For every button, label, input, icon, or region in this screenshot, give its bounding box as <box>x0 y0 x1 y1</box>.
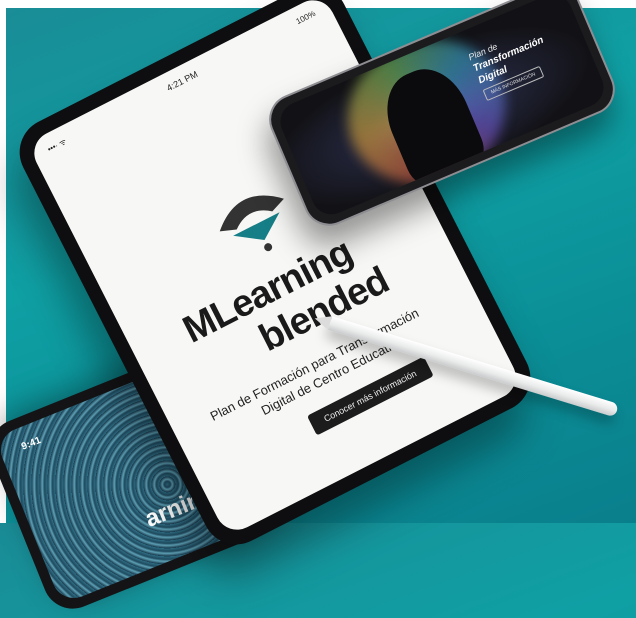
more-info-button[interactable]: Conocer más información <box>307 356 434 436</box>
signal-icon: •••∙ ᯤ <box>46 136 69 155</box>
phone-bottom-time: 9:41 <box>19 435 43 453</box>
status-time: 4:21 PM <box>164 69 200 94</box>
logo-dot <box>264 243 273 252</box>
battery-icon: 100% <box>294 8 317 27</box>
